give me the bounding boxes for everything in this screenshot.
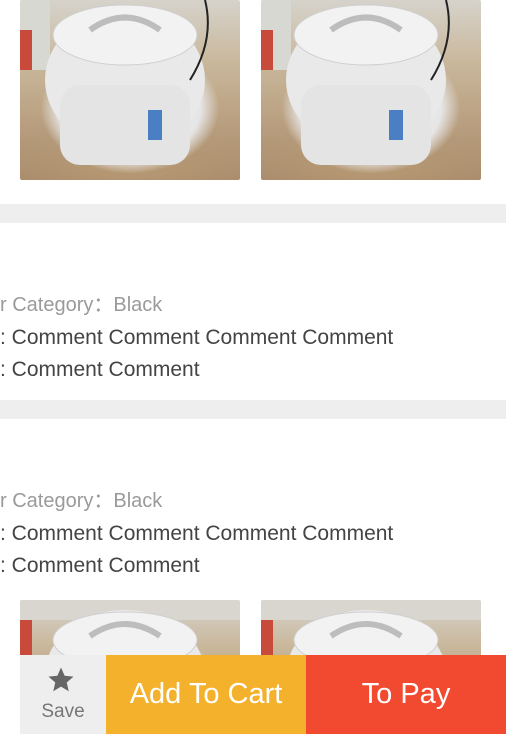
save-button[interactable]: Save bbox=[20, 655, 106, 734]
review-spec: r Category：Black bbox=[0, 294, 163, 316]
review-spec: r Category：Black bbox=[0, 490, 163, 512]
rice-cooker-image bbox=[261, 0, 450, 165]
add-to-cart-button[interactable]: Add To Cart bbox=[106, 655, 306, 734]
review-comment-line: : Comment Comment bbox=[0, 358, 200, 381]
rice-cooker-image bbox=[20, 0, 209, 165]
to-pay-button[interactable]: To Pay bbox=[306, 655, 506, 734]
bottom-action-bar: Save Add To Cart To Pay bbox=[20, 655, 506, 734]
review-photo[interactable] bbox=[261, 0, 481, 180]
review-comment-line: : Comment Comment Comment Comment bbox=[0, 326, 394, 349]
section-divider bbox=[0, 204, 506, 223]
review-photo[interactable] bbox=[20, 0, 240, 180]
star-icon bbox=[48, 667, 74, 692]
review-comment-line: : Comment Comment Comment Comment bbox=[0, 522, 394, 545]
section-divider bbox=[0, 400, 506, 419]
review-comment-line: : Comment Comment bbox=[0, 554, 200, 577]
save-label: Save bbox=[41, 701, 85, 722]
